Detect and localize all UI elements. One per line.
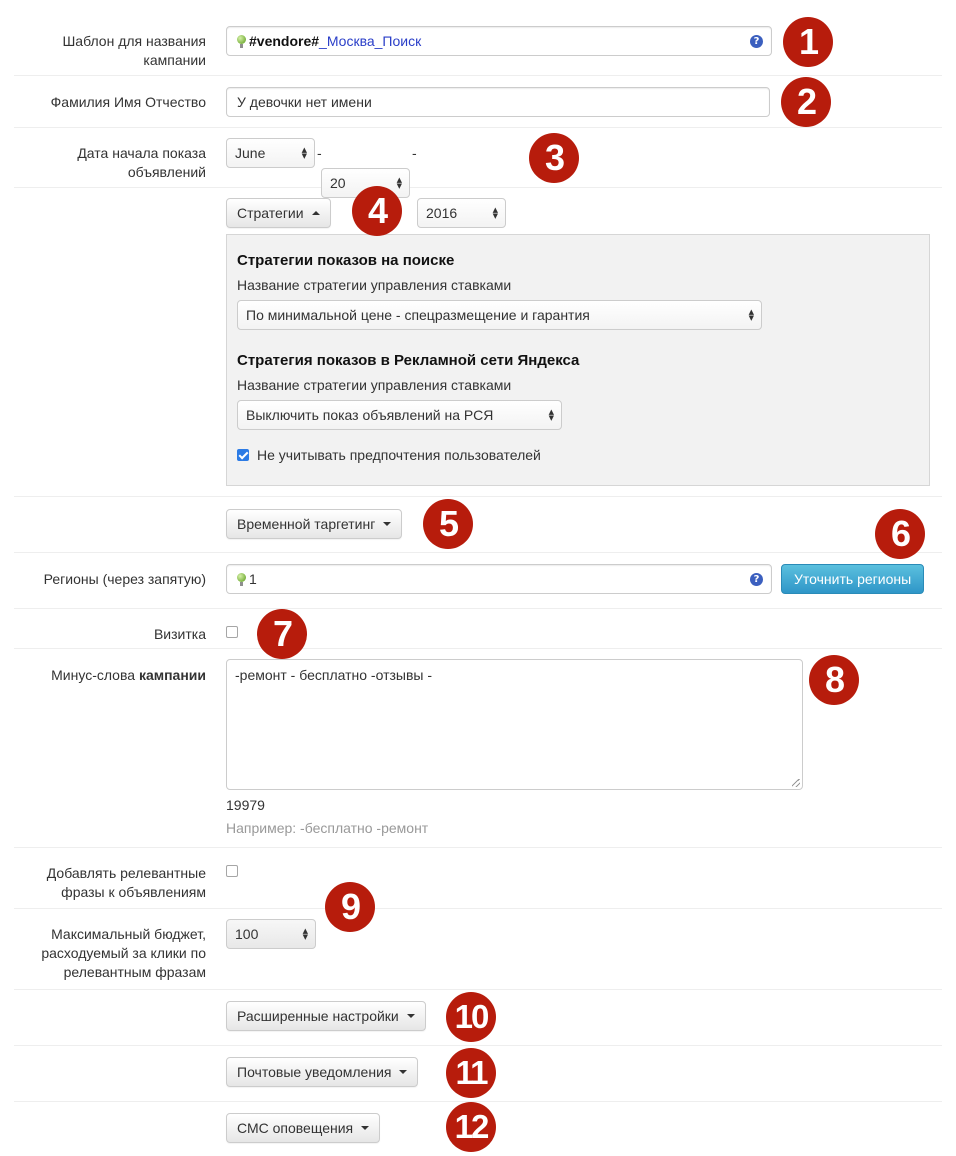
step-badge-9: 9: [325, 882, 375, 932]
email-notifications-button[interactable]: Почтовые уведомления: [226, 1057, 419, 1087]
minus-words-label-prefix: Минус-слова: [51, 667, 139, 683]
step-badge-12: 12: [446, 1102, 496, 1152]
step-badge-5: 5: [423, 499, 473, 549]
time-targeting-row: Временной таргетинг: [14, 497, 942, 553]
minus-words-label-bold: кампании: [138, 667, 206, 683]
strategies-toggle-button[interactable]: Стратегии: [226, 198, 331, 228]
help-icon[interactable]: ?: [750, 35, 763, 48]
caret-down-icon: [399, 1070, 408, 1074]
vcard-label: Визитка: [153, 626, 206, 642]
time-targeting-label: Временной таргетинг: [237, 516, 376, 532]
caret-down-icon: [406, 1014, 415, 1018]
date-separator: -: [412, 145, 417, 161]
search-strategy-value: По минимальной цене - спецразмещение и г…: [246, 307, 590, 323]
relevant-phrases-label: Добавлять релевантные фразы к объявления…: [46, 865, 206, 900]
step-badge-1: 1: [783, 17, 833, 67]
regions-row: Регионы (через запятую) 1 ? Уточнить рег…: [14, 553, 942, 609]
max-budget-row: Максимальный бюджет, расходуемый за клик…: [14, 909, 942, 990]
full-name-input[interactable]: У девочки нет имени: [226, 87, 770, 117]
full-name-label: Фамилия Имя Отчество: [50, 94, 206, 110]
campaign-settings-form: Шаблон для названия кампании #vendore# _…: [14, 0, 942, 1156]
resize-grip-icon[interactable]: [792, 779, 800, 787]
caret-up-icon: [311, 211, 320, 215]
step-badge-11: 11: [446, 1048, 496, 1098]
time-targeting-button[interactable]: Временной таргетинг: [226, 509, 403, 539]
network-strategy-label: Название стратегии управления ставками: [237, 377, 512, 393]
minus-words-value: -ремонт - бесплатно -отзывы -: [235, 667, 433, 683]
select-arrows-icon: ▲ ▼: [301, 146, 307, 160]
help-icon[interactable]: ?: [750, 573, 763, 586]
advanced-settings-button[interactable]: Расширенные настройки: [226, 1001, 426, 1031]
minus-words-row: Минус-слова кампании -ремонт - бесплатно…: [14, 649, 942, 848]
search-strategy-label: Название стратегии управления ставками: [237, 277, 512, 293]
template-label: Шаблон для названия кампании: [62, 33, 206, 68]
step-badge-6: 6: [875, 509, 925, 559]
search-strategy-heading: Стратегии показов на поиске: [237, 252, 455, 269]
minus-words-hint: Например: -бесплатно -ремонт: [226, 820, 429, 836]
ignore-prefs-checkbox[interactable]: [237, 449, 249, 461]
bulb-icon: [237, 572, 246, 586]
relevant-phrases-row: Добавлять релевантные фразы к объявления…: [14, 848, 942, 909]
select-arrows-icon: ▲ ▼: [302, 927, 308, 941]
caret-down-icon: [383, 522, 392, 526]
minus-words-textarea[interactable]: -ремонт - бесплатно -отзывы -: [226, 659, 803, 790]
regions-value: 1: [249, 571, 257, 587]
max-budget-select[interactable]: 100 ▲ ▼: [226, 919, 316, 949]
month-select[interactable]: June ▲ ▼: [226, 138, 315, 168]
relevant-phrases-checkbox[interactable]: [226, 865, 238, 877]
select-arrows-icon: ▲ ▼: [748, 308, 754, 322]
start-date-label: Дата начала показа объявлений: [77, 145, 206, 180]
vcard-row: Визитка: [14, 609, 942, 649]
minus-words-count: 19979: [226, 797, 265, 813]
template-token: #vendore#: [249, 33, 320, 49]
advanced-settings-label: Расширенные настройки: [237, 1008, 399, 1024]
caret-down-icon: [361, 1126, 370, 1130]
date-separator: -: [317, 145, 322, 161]
vcard-checkbox[interactable]: [226, 626, 238, 638]
network-strategy-value: Выключить показ объявлений на РСЯ: [246, 407, 494, 423]
minus-words-label: Минус-слова кампании: [14, 666, 206, 685]
step-badge-2: 2: [781, 77, 831, 127]
template-input[interactable]: #vendore# _Москва_Поиск ?: [226, 26, 772, 56]
max-budget-value: 100: [235, 926, 259, 942]
refine-regions-button[interactable]: Уточнить регионы: [781, 564, 925, 594]
network-strategy-select[interactable]: Выключить показ объявлений на РСЯ ▲ ▼: [237, 400, 562, 430]
month-value: June: [235, 145, 266, 161]
step-badge-3: 3: [529, 133, 579, 183]
sms-notifications-label: СМС оповещения: [237, 1120, 354, 1136]
strategies-toggle-label: Стратегии: [237, 205, 304, 221]
ignore-prefs-label: Не учитывать предпочтения пользователей: [257, 447, 541, 463]
start-date-row: Дата начала показа объявлений June ▲ ▼ - …: [14, 128, 942, 228]
sms-notifications-button[interactable]: СМС оповещения: [226, 1113, 381, 1143]
regions-label: Регионы (через запятую): [43, 571, 206, 587]
step-badge-8: 8: [809, 655, 859, 705]
select-arrows-icon: ▲ ▼: [548, 408, 554, 422]
email-notifications-label: Почтовые уведомления: [237, 1064, 392, 1080]
template-suffix: _Москва_Поиск: [319, 33, 422, 49]
bulb-icon: [237, 34, 246, 48]
strategies-panel: Стратегии показов на поиске Название стр…: [226, 234, 930, 486]
network-strategy-heading: Стратегия показов в Рекламной сети Яндек…: [237, 352, 580, 369]
step-badge-10: 10: [446, 992, 496, 1042]
step-badge-7: 7: [257, 609, 307, 659]
step-badge-4: 4: [352, 186, 402, 236]
regions-input[interactable]: 1 ?: [226, 564, 772, 594]
search-strategy-select[interactable]: По минимальной цене - спецразмещение и г…: [237, 300, 762, 330]
max-budget-label: Максимальный бюджет, расходуемый за клик…: [41, 926, 206, 980]
